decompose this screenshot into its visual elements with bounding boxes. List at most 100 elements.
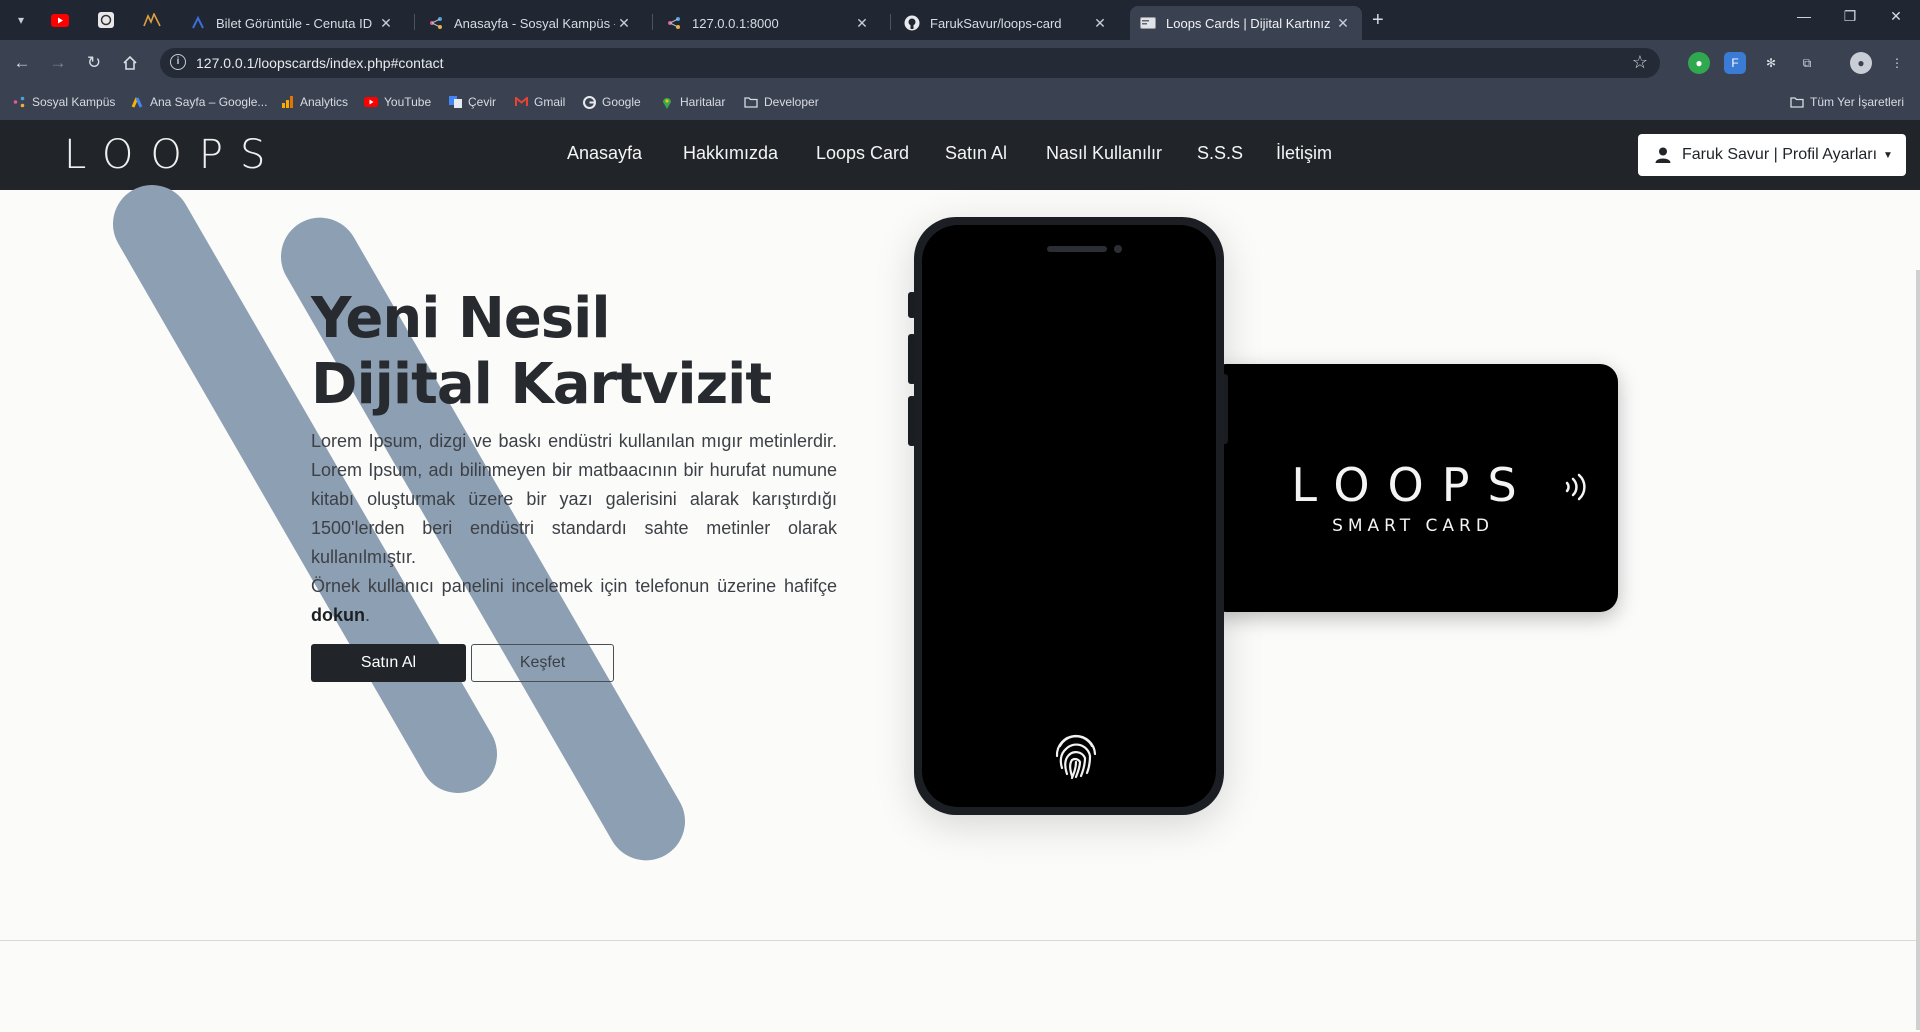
site-logo[interactable]: LOOPS — [64, 132, 282, 178]
bookmark-label: Sosyal Kampüs — [32, 95, 116, 109]
google-ads-icon — [130, 95, 144, 109]
extension-translate-icon[interactable]: F — [1724, 52, 1746, 74]
forward-button[interactable]: → — [46, 51, 70, 75]
tab-title: 127.0.0.1:8000 — [692, 15, 779, 31]
section-divider — [0, 940, 1920, 941]
close-tab-icon[interactable]: ✕ — [1091, 15, 1109, 32]
nav-satin-al[interactable]: Satın Al — [945, 143, 1007, 164]
hero-title-line2: Dijital Kartvizit — [311, 352, 772, 417]
close-tab-icon[interactable]: ✕ — [853, 15, 871, 32]
bookmark-analytics[interactable]: Analytics — [280, 95, 348, 109]
youtube-icon — [51, 13, 69, 27]
nav-iletisim[interactable]: İletişim — [1276, 143, 1332, 164]
phone-mockup[interactable] — [914, 217, 1224, 815]
youtube-icon — [364, 95, 378, 109]
close-tab-icon[interactable]: ✕ — [615, 15, 633, 32]
hero-paragraph-2-end: . — [365, 605, 371, 625]
bookmark-youtube[interactable]: YouTube — [364, 95, 431, 109]
folder-icon — [744, 95, 758, 109]
bookmark-label: Çevir — [468, 95, 497, 109]
tab-loops-cards[interactable]: Loops Cards | Dijital Kartınız ✕ — [1130, 6, 1362, 40]
site-info-icon[interactable]: i — [170, 54, 186, 70]
profile-avatar-icon[interactable]: ● — [1850, 52, 1872, 74]
pinned-tab-site[interactable] — [138, 8, 166, 32]
bookmark-sosyal-kampus[interactable]: Sosyal Kampüs — [12, 95, 115, 109]
hero-paragraph-2-text: Örnek kullanıcı panelini incelemek için … — [311, 576, 837, 596]
tab-title: Bilet Görüntüle - Cenuta ID — [216, 15, 373, 31]
tab-title: FarukSavur/loops-card — [930, 15, 1062, 31]
share-icon — [666, 15, 682, 31]
tab-sosyal-kampus[interactable]: Anasayfa - Sosyal Kampüs - Şeh ✕ — [418, 6, 643, 40]
nav-sss[interactable]: S.S.S — [1197, 143, 1243, 164]
bookmark-label: Analytics — [300, 95, 349, 109]
bookmark-label: Ana Sayfa – Google... — [150, 95, 268, 109]
browser-menu-icon[interactable]: ⋮ — [1886, 52, 1908, 74]
extensions-puzzle-icon[interactable]: ⧉ — [1796, 52, 1818, 74]
bookmark-label: Developer — [764, 95, 819, 109]
close-tab-icon[interactable]: ✕ — [377, 15, 395, 32]
tab-github[interactable]: FarukSavur/loops-card ✕ — [894, 6, 1119, 40]
bookmark-haritalar[interactable]: Haritalar — [660, 95, 725, 109]
bookmark-label: YouTube — [384, 95, 432, 109]
close-tab-icon[interactable]: ✕ — [1334, 15, 1352, 32]
card-logo: LOOPS — [1291, 458, 1535, 512]
card-subtitle: SMART CARD — [1332, 516, 1494, 536]
new-tab-button[interactable]: + — [1372, 9, 1384, 32]
hero-paragraph-2: Örnek kullanıcı panelini incelemek için … — [311, 572, 837, 630]
tab-bilet[interactable]: Bilet Görüntüle - Cenuta ID ✕ — [180, 6, 405, 40]
bookmark-cevir[interactable]: Çevir — [448, 95, 496, 109]
hero-title: Yeni Nesil Dijital Kartvizit — [311, 286, 871, 418]
browser-tab-bar: ▾ Bilet Görüntüle - Cenuta ID ✕ Anasayfa… — [0, 0, 1920, 40]
buy-button[interactable]: Satın Al — [311, 644, 466, 682]
hero-paragraph-2-bold: dokun — [311, 605, 365, 625]
minimize-button[interactable]: — — [1784, 8, 1824, 24]
nav-loops-card[interactable]: Loops Card — [816, 143, 909, 164]
tab-search-button[interactable]: ▾ — [10, 9, 32, 31]
share-icon — [12, 95, 26, 109]
address-bar[interactable]: i 127.0.0.1/loopscards/index.php#contact… — [160, 48, 1660, 78]
tab-localhost[interactable]: 127.0.0.1:8000 ✕ — [656, 6, 881, 40]
maps-pin-icon — [660, 95, 674, 109]
bookmark-google[interactable]: Google — [582, 95, 641, 109]
nav-anasayfa[interactable]: Anasayfa — [567, 143, 642, 164]
card-icon — [1140, 15, 1156, 31]
bookmark-developer[interactable]: Developer — [744, 95, 819, 109]
all-bookmarks[interactable]: Tüm Yer İşaretleri — [1790, 95, 1904, 109]
home-button[interactable] — [118, 51, 142, 75]
extension-green-icon[interactable]: ● — [1688, 52, 1710, 74]
folder-icon — [1790, 95, 1804, 109]
pinned-tab-youtube[interactable] — [46, 8, 74, 32]
share-icon — [428, 15, 444, 31]
nav-hakkimizda[interactable]: Hakkımızda — [683, 143, 778, 164]
github-icon — [904, 15, 920, 31]
analytics-icon — [280, 95, 294, 109]
bookmark-google-ads[interactable]: Ana Sayfa – Google... — [130, 95, 267, 109]
browser-toolbar: ← → ↻ i 127.0.0.1/loopscards/index.php#c… — [0, 40, 1920, 86]
phone-speaker — [1047, 246, 1107, 252]
explore-button[interactable]: Keşfet — [471, 644, 614, 682]
reload-button[interactable]: ↻ — [82, 51, 106, 75]
cenuta-icon — [190, 15, 206, 31]
hero-description: Lorem Ipsum, dizgi ve baskı endüstri kul… — [311, 427, 837, 630]
site-navbar: LOOPS Anasayfa Hakkımızda Loops Card Sat… — [0, 120, 1920, 190]
google-icon — [582, 95, 596, 109]
bookmark-label: Tüm Yer İşaretleri — [1810, 95, 1905, 109]
caret-down-icon: ▼ — [1883, 149, 1893, 161]
pinned-tab-chatgpt[interactable] — [92, 8, 120, 32]
tab-title: Anasayfa - Sosyal Kampüs - Şeh — [454, 15, 615, 31]
tab-separator — [414, 14, 415, 30]
phone-screen[interactable] — [922, 225, 1216, 807]
extension-gear-icon[interactable]: ✻ — [1760, 52, 1782, 74]
page-scrollbar[interactable] — [1916, 270, 1920, 1030]
restore-button[interactable]: ❐ — [1830, 8, 1870, 25]
bookmark-star-icon[interactable]: ☆ — [1632, 52, 1648, 73]
bookmark-gmail[interactable]: Gmail — [514, 95, 565, 109]
url-text[interactable]: 127.0.0.1/loopscards/index.php#contact — [196, 55, 444, 71]
bookmark-label: Google — [602, 95, 641, 109]
fingerprint-icon[interactable] — [1052, 728, 1100, 780]
profile-dropdown-button[interactable]: Faruk Savur | Profil Ayarları ▼ — [1638, 134, 1906, 176]
close-window-button[interactable]: ✕ — [1876, 8, 1916, 25]
chatgpt-icon — [98, 12, 114, 28]
back-button[interactable]: ← — [10, 51, 34, 75]
nav-nasil-kullanilir[interactable]: Nasıl Kullanılır — [1046, 143, 1162, 164]
